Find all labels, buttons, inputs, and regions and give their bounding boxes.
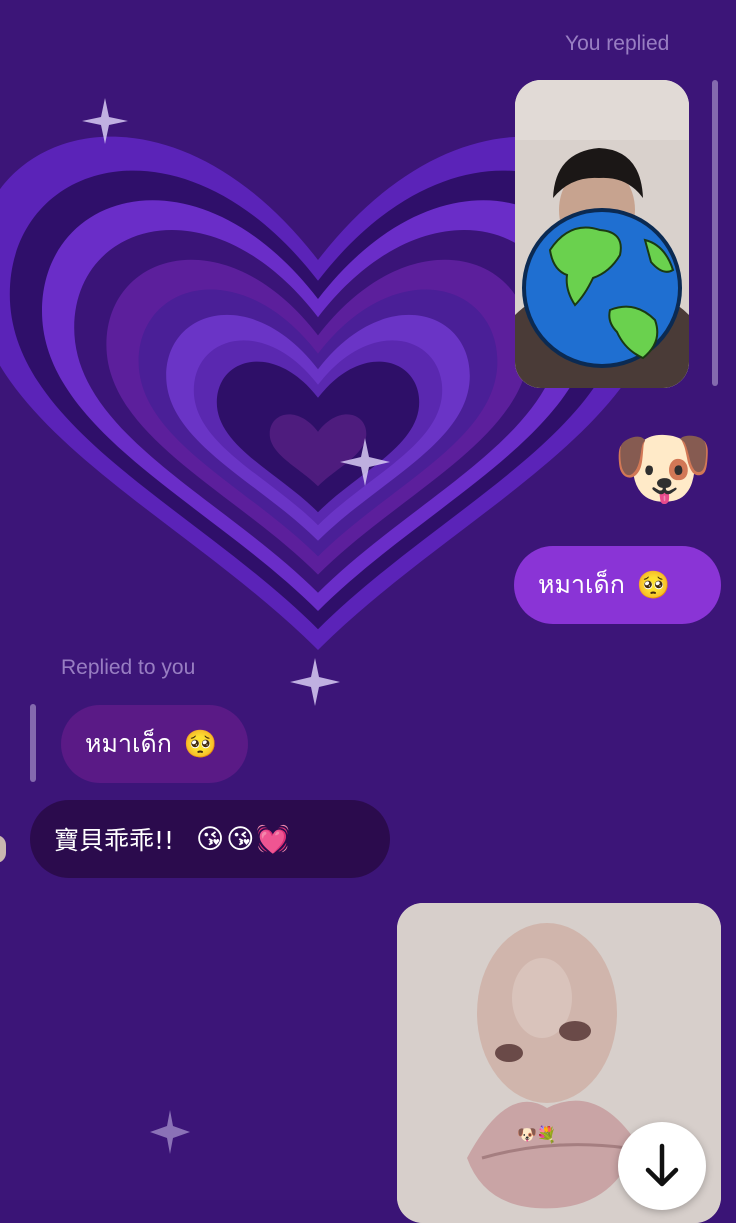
quoted-message-text: หมาเด็ก xyxy=(85,729,172,758)
pleading-face-emoji: 🥺 xyxy=(636,570,671,601)
received-message-text: 寶貝乖乖!! xyxy=(54,826,175,855)
you-replied-label: You replied xyxy=(565,32,670,55)
story-reply-photo[interactable] xyxy=(515,80,689,388)
arrow-down-icon xyxy=(645,1143,679,1187)
reply-indicator-bar xyxy=(712,80,718,386)
sent-message-bubble[interactable]: หมาเด็ก 🥺 xyxy=(514,546,721,624)
replied-to-you-label: Replied to you xyxy=(61,656,196,679)
received-message-bubble[interactable]: 寶貝乖乖!! 😘😘💓 xyxy=(30,800,390,878)
quoted-message-bubble[interactable]: หมาเด็ก 🥺 xyxy=(61,705,248,783)
reply-indicator-bar xyxy=(30,704,36,782)
dog-face-emoji[interactable]: 🐶 xyxy=(612,428,714,510)
scroll-to-bottom-button[interactable] xyxy=(618,1122,706,1210)
pleading-face-emoji: 🥺 xyxy=(183,729,218,760)
photo-stickers: 🐶💐 xyxy=(517,1125,557,1144)
sent-message-text: หมาเด็ก xyxy=(538,570,625,599)
earth-sticker xyxy=(522,208,682,368)
kiss-emojis: 😘😘💓 xyxy=(196,824,292,855)
